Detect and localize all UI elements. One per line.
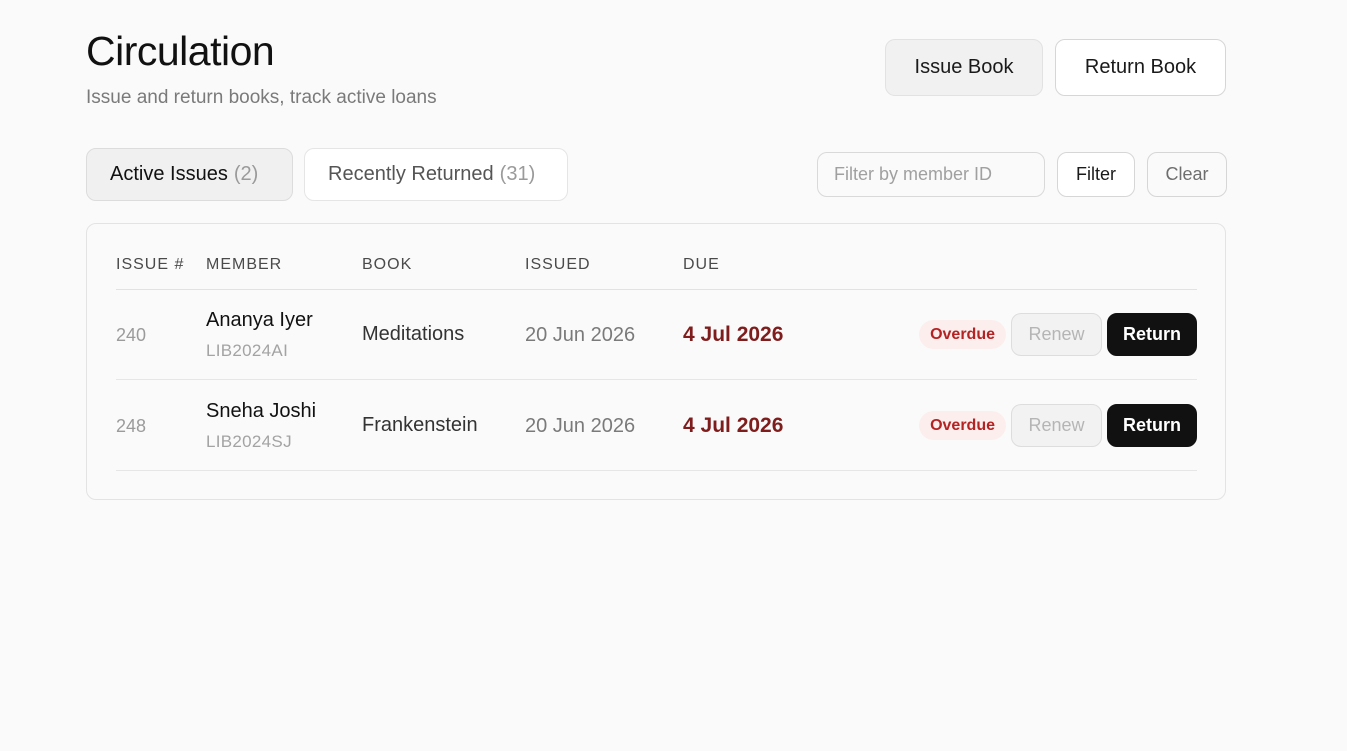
- column-header-member: MEMBER: [206, 256, 283, 273]
- row-actions: Overdue Renew Return: [919, 404, 1197, 447]
- issued-date: 20 Jun 2026: [525, 415, 636, 437]
- table-row: 248 Sneha Joshi LIB2024SJ Frankenstein 2…: [116, 381, 1197, 471]
- return-button[interactable]: Return: [1107, 313, 1197, 356]
- filter-bar: Filter Clear: [817, 152, 1227, 197]
- page-title: Circulation: [86, 28, 275, 74]
- filter-button[interactable]: Filter: [1057, 152, 1135, 197]
- issue-book-button[interactable]: Issue Book: [885, 39, 1043, 96]
- header-actions: Issue Book Return Book: [885, 39, 1226, 96]
- renew-button[interactable]: Renew: [1011, 313, 1102, 356]
- status-badge: Overdue: [919, 411, 1006, 440]
- member-name: Sneha Joshi: [206, 400, 317, 422]
- return-book-button[interactable]: Return Book: [1055, 39, 1226, 96]
- clear-button[interactable]: Clear: [1147, 152, 1227, 197]
- issue-number: 240: [116, 325, 147, 345]
- renew-button[interactable]: Renew: [1011, 404, 1102, 447]
- issue-number: 248: [116, 416, 147, 436]
- issues-table-card: ISSUE # MEMBER BOOK ISSUED DUE 240 Anany…: [86, 223, 1226, 500]
- member-id: LIB2024AI: [206, 341, 289, 360]
- column-header-due: DUE: [683, 256, 720, 273]
- tab-active-issues[interactable]: Active Issues (2): [86, 148, 293, 201]
- column-header-issue-number: ISSUE #: [116, 256, 185, 273]
- page-subtitle: Issue and return books, track active loa…: [86, 87, 437, 108]
- tab-count: (2): [233, 163, 259, 185]
- due-date: 4 Jul 2026: [683, 414, 784, 437]
- tab-count: (31): [499, 163, 536, 185]
- row-actions: Overdue Renew Return: [919, 313, 1197, 356]
- issued-date: 20 Jun 2026: [525, 324, 636, 346]
- member-id: LIB2024SJ: [206, 432, 292, 451]
- book-title: Meditations: [362, 323, 465, 345]
- circulation-tabs: Active Issues (2) Recently Returned (31): [86, 148, 568, 201]
- tab-recently-returned[interactable]: Recently Returned (31): [304, 148, 568, 201]
- return-button[interactable]: Return: [1107, 404, 1197, 447]
- due-date: 4 Jul 2026: [683, 323, 784, 346]
- table-row: 240 Ananya Iyer LIB2024AI Meditations 20…: [116, 290, 1197, 380]
- book-title: Frankenstein: [362, 414, 478, 436]
- column-header-book: BOOK: [362, 256, 413, 273]
- column-header-issued: ISSUED: [525, 256, 591, 273]
- tab-label: Recently Returned: [328, 163, 494, 185]
- member-id-filter-input[interactable]: [817, 152, 1045, 197]
- circulation-page: Circulation Issue and return books, trac…: [0, 0, 1347, 751]
- status-badge: Overdue: [919, 320, 1006, 349]
- member-name: Ananya Iyer: [206, 309, 313, 331]
- table-header: ISSUE # MEMBER BOOK ISSUED DUE: [116, 256, 1197, 290]
- tab-label: Active Issues: [110, 163, 228, 185]
